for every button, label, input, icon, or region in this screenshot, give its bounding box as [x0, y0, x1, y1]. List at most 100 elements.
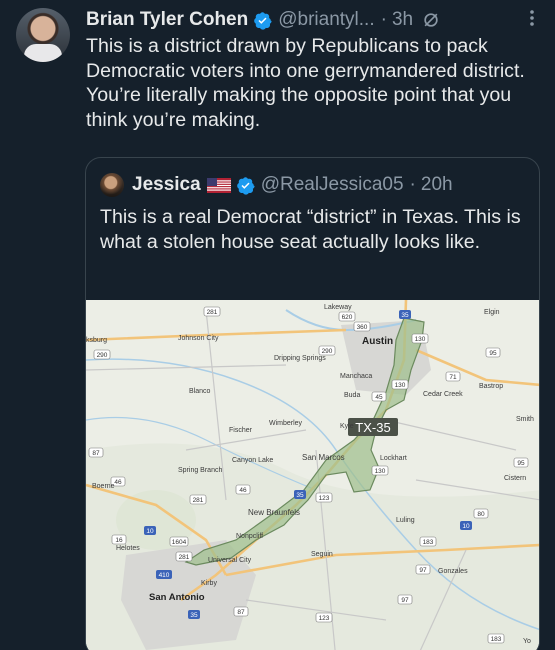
place-label: Lakeway	[324, 304, 352, 311]
route-shield: 1604	[169, 536, 189, 547]
route-shield: 80	[473, 508, 489, 519]
place-label: Manchaca	[340, 373, 372, 380]
district-map-image[interactable]: TX-35 281 620 35 360 130 290 290 95 71 1…	[86, 300, 539, 650]
svg-text:97: 97	[419, 567, 427, 574]
place-label: Seguin	[311, 551, 333, 558]
svg-text:35: 35	[296, 492, 304, 499]
place-label: ksburg	[86, 337, 107, 344]
quote-author-name: Jessica	[132, 174, 201, 195]
quote-author-avatar	[100, 173, 124, 197]
svg-text:10: 10	[462, 523, 470, 530]
svg-text:87: 87	[92, 450, 100, 457]
route-shield: 97	[415, 564, 431, 575]
svg-text:10: 10	[146, 528, 154, 535]
separator-dot: ·	[380, 9, 387, 30]
svg-text:45: 45	[375, 394, 383, 401]
svg-text:410: 410	[159, 572, 170, 579]
place-label: Spring Branch	[178, 467, 222, 474]
place-label: Boerne	[92, 483, 115, 490]
route-shield: 71	[445, 371, 461, 382]
quote-author-handle: @RealJessica05	[260, 174, 404, 195]
place-label: Kyle	[340, 423, 354, 430]
place-label: Universal City	[208, 557, 252, 564]
svg-text:281: 281	[207, 309, 218, 316]
route-shield: 130	[411, 333, 429, 344]
place-label: Blanco	[189, 388, 211, 395]
svg-text:80: 80	[477, 511, 485, 518]
route-shield: 46	[235, 484, 251, 495]
verified-badge-icon	[254, 11, 272, 30]
place-label: San Antonio	[149, 592, 205, 603]
us-flag-icon	[206, 177, 231, 193]
place-label: San Marcos	[302, 453, 345, 462]
place-label: Luling	[396, 517, 415, 524]
svg-text:130: 130	[395, 382, 406, 389]
route-shield: 97	[397, 594, 413, 605]
place-label: Kirby	[201, 580, 217, 587]
route-shield: 290	[93, 349, 111, 360]
route-shield: 183	[419, 536, 437, 547]
grok-icon[interactable]	[421, 10, 441, 30]
quote-separator-dot: ·	[409, 174, 416, 195]
route-shield: 281	[189, 494, 207, 505]
svg-text:97: 97	[401, 597, 409, 604]
place-label: Cistern	[504, 475, 526, 482]
tweet-text: This is a district drawn by Republicans …	[86, 35, 525, 131]
route-shield: 290	[318, 345, 336, 356]
tweet-time[interactable]: 3h	[392, 9, 413, 31]
svg-text:123: 123	[319, 615, 330, 622]
quoted-tweet[interactable]: Jessica @RealJessica05 · 20h This is a r…	[85, 157, 540, 650]
route-shield: 95	[513, 457, 529, 468]
svg-text:16: 16	[115, 537, 123, 544]
place-label: Helotes	[116, 545, 140, 552]
route-shield: 45	[371, 391, 387, 402]
place-label: Dripping Springs	[274, 355, 326, 362]
place-label: Gonzales	[438, 568, 468, 575]
route-shield: 183	[487, 633, 505, 644]
author-name[interactable]: Brian Tyler Cohen	[86, 9, 248, 31]
svg-text:95: 95	[489, 350, 497, 357]
route-shield: 281	[175, 551, 193, 562]
route-shield: 123	[315, 492, 333, 503]
district-map: TX-35 281 620 35 360 130 290 290 95 71 1…	[86, 300, 539, 650]
route-shield: 360	[353, 321, 371, 332]
route-shield: 130	[391, 379, 409, 390]
place-label: Canyon Lake	[232, 457, 273, 464]
place-label: Yo	[523, 638, 531, 645]
svg-text:183: 183	[491, 636, 502, 643]
svg-text:130: 130	[415, 336, 426, 343]
quote-header: Jessica @RealJessica05 · 20h	[100, 172, 453, 198]
route-shield: 10	[144, 526, 156, 535]
place-label: Johnson City	[178, 335, 219, 342]
svg-text:290: 290	[322, 348, 333, 355]
quote-text: This is a real Democrat “district” in Te…	[100, 206, 521, 253]
svg-text:620: 620	[342, 314, 353, 321]
author-handle[interactable]: @briantyl...	[278, 9, 374, 31]
svg-text:1604: 1604	[172, 539, 187, 546]
svg-text:183: 183	[423, 539, 434, 546]
route-shield: 281	[203, 306, 221, 317]
route-shield: 130	[371, 465, 389, 476]
place-label: Bastrop	[479, 383, 503, 390]
route-shield: 10	[460, 521, 472, 530]
tweet-header: Brian Tyler Cohen @briantyl... · 3h	[86, 7, 543, 33]
svg-text:87: 87	[237, 609, 245, 616]
tx35-label: TX-35	[355, 420, 390, 435]
svg-text:46: 46	[239, 487, 247, 494]
author-avatar[interactable]	[16, 8, 70, 62]
svg-text:71: 71	[449, 374, 457, 381]
route-shield: 620	[338, 311, 356, 322]
route-shield: 16	[111, 534, 127, 545]
quote-verified-badge-icon	[236, 176, 255, 195]
route-shield: 35	[188, 610, 200, 619]
place-label: Fischer	[229, 427, 253, 434]
place-label: Cedar Creek	[423, 391, 463, 398]
svg-text:281: 281	[179, 554, 190, 561]
place-label: Austin	[362, 336, 393, 347]
place-label: New Braunfels	[248, 508, 300, 517]
svg-text:95: 95	[517, 460, 525, 467]
place-label: Lockhart	[380, 455, 407, 462]
more-options-icon[interactable]	[523, 8, 541, 28]
route-shield: 410	[156, 570, 172, 579]
svg-text:360: 360	[357, 324, 368, 331]
